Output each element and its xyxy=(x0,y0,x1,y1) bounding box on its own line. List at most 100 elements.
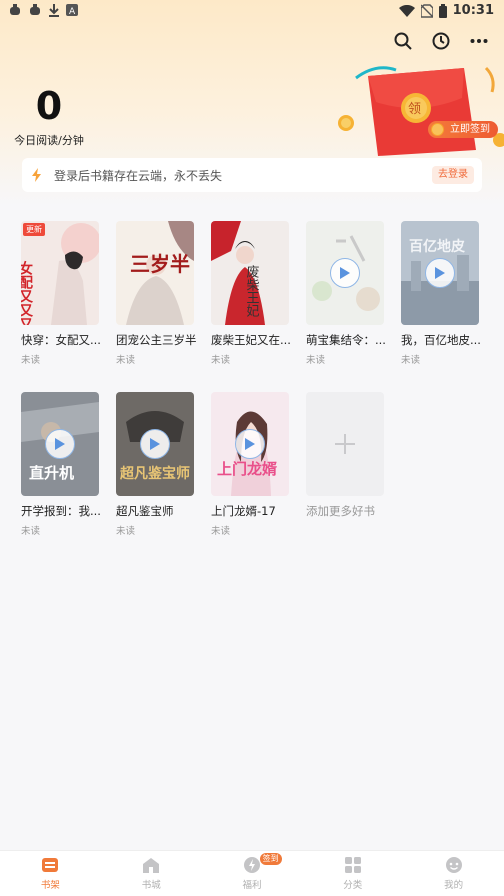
book-cover[interactable]: 百亿地皮 xyxy=(401,221,479,325)
tab-welfare[interactable]: 福利 签到 xyxy=(202,851,303,896)
cover-title: 超凡鉴宝师 xyxy=(119,465,190,482)
bottom-tab-bar: 书架 书城 福利 签到 分类 我的 xyxy=(0,850,504,896)
book-status: 未读 xyxy=(116,355,136,366)
reading-stats[interactable]: 0 今日阅读/分钟 xyxy=(0,84,98,148)
play-button[interactable] xyxy=(45,429,75,459)
book-status: 未读 xyxy=(21,355,41,366)
book-title: 快穿：女配又... xyxy=(21,333,101,347)
tab-label: 我的 xyxy=(444,880,464,891)
font-icon: A xyxy=(66,4,78,16)
store-icon xyxy=(143,858,160,873)
checkin-label: 立即签到 xyxy=(450,124,490,135)
play-icon xyxy=(150,438,160,450)
book-item[interactable]: 超凡鉴宝师 超凡鉴宝师 未读 xyxy=(116,392,196,537)
cover-title: 百亿地皮 xyxy=(409,238,465,255)
play-icon xyxy=(340,267,350,279)
status-time: 10:31 xyxy=(452,3,494,18)
battery-icon xyxy=(438,3,447,18)
book-status: 未读 xyxy=(401,355,421,366)
tab-label: 书架 xyxy=(40,880,60,891)
book-cover[interactable] xyxy=(306,221,384,325)
add-book-label: 添加更多好书 xyxy=(306,504,375,518)
book-cover[interactable]: 直升机 xyxy=(21,392,99,496)
update-badge: 更新 xyxy=(23,223,45,236)
wifi-icon xyxy=(398,4,415,17)
lightning-icon xyxy=(32,168,41,182)
category-icon xyxy=(344,857,361,873)
top-toolbar xyxy=(392,30,490,52)
red-packet-char: 领 xyxy=(408,102,421,117)
book-title: 我，百亿地皮... xyxy=(401,333,481,347)
checkin-badge: 签到 xyxy=(259,853,282,865)
book-item[interactable]: 直升机 开学报到：我... 未读 xyxy=(21,392,101,537)
book-item[interactable]: 百亿地皮 我，百亿地皮... 未读 xyxy=(401,221,481,366)
book-item[interactable]: 三岁半 团宠公主三岁半 未读 xyxy=(116,221,197,366)
play-button[interactable] xyxy=(425,258,455,288)
play-icon xyxy=(435,267,445,279)
play-button[interactable] xyxy=(235,429,265,459)
welfare-icon xyxy=(243,857,260,873)
book-cover[interactable]: 女配又又又 更新 xyxy=(21,221,99,325)
reading-minutes: 0 xyxy=(35,84,63,128)
tab-category[interactable]: 分类 xyxy=(302,851,403,896)
book-item[interactable]: 上门龙婿 上门龙婿-17 未读 xyxy=(211,392,291,537)
coin-icon xyxy=(431,123,444,136)
book-cover[interactable]: 上门龙婿 xyxy=(211,392,289,496)
cover-title: 废柴王妃 xyxy=(244,264,260,318)
more-button[interactable] xyxy=(468,30,490,52)
book-title: 萌宝集结令：... xyxy=(306,333,386,347)
book-status: 未读 xyxy=(211,526,231,537)
history-button[interactable] xyxy=(430,30,452,52)
search-icon xyxy=(394,32,412,50)
cover-title: 女配又又又 xyxy=(21,260,33,325)
book-cover[interactable]: 三岁半 xyxy=(116,221,194,325)
download-icon xyxy=(49,4,59,17)
checkin-button[interactable]: 立即签到 xyxy=(428,121,498,138)
book-status: 未读 xyxy=(116,526,136,537)
tab-store[interactable]: 书城 xyxy=(101,851,202,896)
book-item[interactable]: 废柴王妃 废柴王妃又在... 未读 xyxy=(211,221,291,366)
add-book-item[interactable]: 添加更多好书 xyxy=(306,392,386,519)
book-item[interactable]: 女配又又又 更新 快穿：女配又... 未读 xyxy=(21,221,101,366)
reading-label: 今日阅读/分钟 xyxy=(14,134,84,147)
login-banner[interactable]: 登录后书籍存在云端，永不丢失 去登录 xyxy=(22,158,482,192)
book-cover[interactable]: 超凡鉴宝师 xyxy=(116,392,194,496)
status-bar: A 10:31 xyxy=(0,0,504,24)
book-status: 未读 xyxy=(306,355,326,366)
tab-label: 分类 xyxy=(343,880,363,891)
book-title: 上门龙婿-17 xyxy=(211,504,276,518)
svg-text:A: A xyxy=(69,7,76,16)
bug-icon xyxy=(30,4,40,15)
book-title: 废柴王妃又在... xyxy=(211,333,291,347)
tab-profile[interactable]: 我的 xyxy=(403,851,504,896)
play-icon xyxy=(245,438,255,450)
search-button[interactable] xyxy=(392,30,414,52)
book-title: 开学报到：我... xyxy=(21,504,101,518)
tab-bookshelf[interactable]: 书架 xyxy=(0,851,101,896)
tab-label: 福利 xyxy=(242,880,262,891)
book-status: 未读 xyxy=(211,355,231,366)
book-title: 团宠公主三岁半 xyxy=(116,333,197,347)
plus-icon xyxy=(335,434,355,454)
no-sim-icon xyxy=(420,3,433,18)
cover-title: 上门龙婿 xyxy=(217,460,278,478)
clock-icon xyxy=(432,32,450,50)
red-packet-illustration[interactable]: 领 xyxy=(336,58,504,158)
play-button[interactable] xyxy=(140,429,170,459)
book-title: 超凡鉴宝师 xyxy=(116,504,174,518)
cover-title: 直升机 xyxy=(29,464,74,482)
login-button[interactable]: 去登录 xyxy=(432,166,474,184)
profile-icon xyxy=(445,857,462,873)
cover-title: 三岁半 xyxy=(130,252,190,276)
add-book-button[interactable] xyxy=(306,392,384,496)
play-icon xyxy=(55,438,65,450)
login-message: 登录后书籍存在云端，永不丢失 xyxy=(54,168,223,183)
book-item[interactable]: 萌宝集结令：... 未读 xyxy=(306,221,386,366)
more-icon xyxy=(470,39,488,43)
play-button[interactable] xyxy=(330,258,360,288)
book-status: 未读 xyxy=(21,526,41,537)
tab-label: 书城 xyxy=(141,880,161,891)
book-cover[interactable]: 废柴王妃 xyxy=(211,221,289,325)
bug-icon xyxy=(10,4,20,15)
bookshelf-icon xyxy=(42,858,59,872)
